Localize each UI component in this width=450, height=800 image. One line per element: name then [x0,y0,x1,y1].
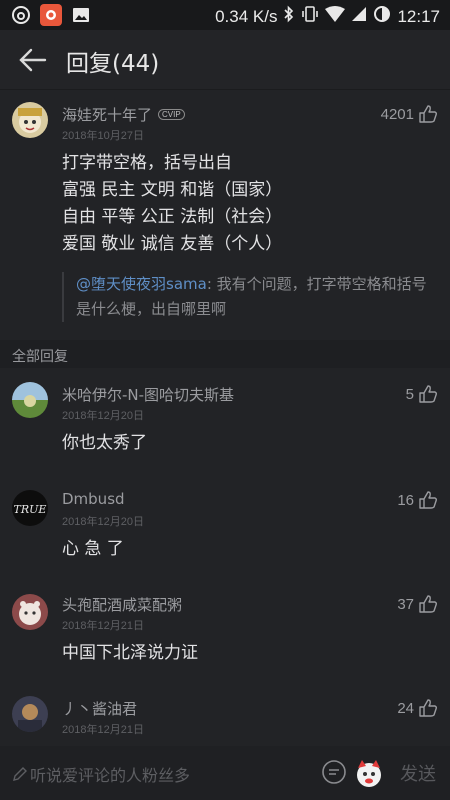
like-count: 4201 [380,105,414,123]
avatar[interactable] [12,102,48,138]
comment-body: 打字带空格，括号出自 富强 民主 文明 和谐（国家） 自由 平等 公正 法制（社… [62,150,430,258]
like-button[interactable]: 37 [397,594,438,614]
username[interactable]: 海娃死十年了 CVIP [62,104,185,125]
comment-body: 心 急 了 [62,539,124,559]
thumbs-up-icon [419,491,438,509]
comment-line: 富强 民主 文明 和谐（国家） [62,180,283,200]
send-button[interactable]: 发送 [400,760,436,786]
comment-date: 2018年12月21日 [62,724,144,736]
arrow-left-icon [19,48,47,72]
comment-date: 2018年10月27日 [62,130,144,142]
comment-date: 2018年12月20日 [62,410,144,422]
comment-date: 2018年12月20日 [62,516,144,528]
status-bar-left [10,4,92,26]
comment-input-bar: 听说爱评论的人粉丝多 发送 [0,746,450,800]
reply-item: TRUE Dmbusd 2018年12月20日 16 心 急 了 [0,478,450,586]
thumbs-up-icon [419,595,438,613]
like-count: 16 [397,491,414,509]
username[interactable]: 头孢配酒咸菜配粥 [62,594,182,615]
pencil-icon [13,767,27,781]
thumbs-up-icon [419,105,438,123]
netease-music-icon [10,4,32,26]
comment-input[interactable]: 听说爱评论的人粉丝多 [12,758,308,788]
page-title: 回复(44) [66,51,160,77]
wifi-icon [325,6,346,27]
like-button[interactable]: 5 [406,384,438,404]
avatar[interactable]: TRUE [12,490,48,526]
app-header: 回复(44) [0,30,450,90]
network-speed: 0.34 K/s [215,6,278,26]
chat-bubble-icon [322,760,346,784]
thumbs-up-icon [419,699,438,717]
like-button[interactable]: 24 [397,698,438,718]
comment-line: 打字带空格，括号出自 [62,153,232,173]
signal-icon [351,6,367,27]
like-count: 37 [397,595,414,613]
image-icon [70,4,92,26]
status-bar-right: 0.34 K/s 12:17 [215,5,440,28]
like-count: 24 [397,699,414,717]
username[interactable]: Dmbusd [62,490,125,508]
battery-icon [373,5,391,28]
avatar[interactable] [12,594,48,630]
section-header-all-replies: 全部回复 [0,340,450,368]
reply-item: 丿丶酱油君 2018年12月21日 24 [0,690,450,746]
sticker-icon [357,760,381,787]
thumbs-up-icon [419,385,438,403]
reply-item: 头孢配酒咸菜配粥 2018年12月21日 37 中国下北泽说力证 [0,586,450,690]
comment-input-placeholder: 听说爱评论的人粉丝多 [30,766,191,785]
avatar[interactable] [12,382,48,418]
username[interactable]: 米哈伊尔-N-图哈切夫斯基 [62,384,234,405]
bluetooth-icon [283,5,295,28]
reply-item: 米哈伊尔-N-图哈切夫斯基 2018年12月20日 5 你也太秀了 [0,368,450,478]
avatar[interactable] [12,696,48,732]
like-button[interactable]: 16 [397,490,438,510]
vip-badge: CVIP [158,109,185,120]
status-bar: 0.34 K/s 12:17 [0,0,450,30]
clock: 12:17 [397,6,440,26]
comment-body: 中国下北泽说力证 [62,643,198,663]
sticker-button[interactable] [352,756,386,790]
vibrate-icon [301,5,319,28]
comment-date: 2018年12月21日 [62,620,144,632]
emoji-button[interactable] [320,758,348,786]
app-icon [40,4,62,26]
mention-link[interactable]: @堕天使夜羽sama [76,275,207,293]
svg-text:TRUE: TRUE [14,503,47,516]
main-comment: 海娃死十年了 CVIP 2018年10月27日 4201 打字带空格，括号出自 富… [0,90,450,340]
like-count: 5 [405,385,414,403]
username[interactable]: 丿丶酱油君 [62,698,137,719]
like-button[interactable]: 4201 [381,104,438,124]
comment-body: 你也太秀了 [62,433,147,453]
comment-line: 爱国 敬业 诚信 友善（个人） [62,234,283,254]
back-button[interactable] [18,46,48,74]
comment-line: 自由 平等 公正 法制（社会） [62,207,283,227]
quoted-comment: @堕天使夜羽sama: 我有个问题，打字带空格和括号是什么梗，出自哪里啊 [62,272,432,322]
